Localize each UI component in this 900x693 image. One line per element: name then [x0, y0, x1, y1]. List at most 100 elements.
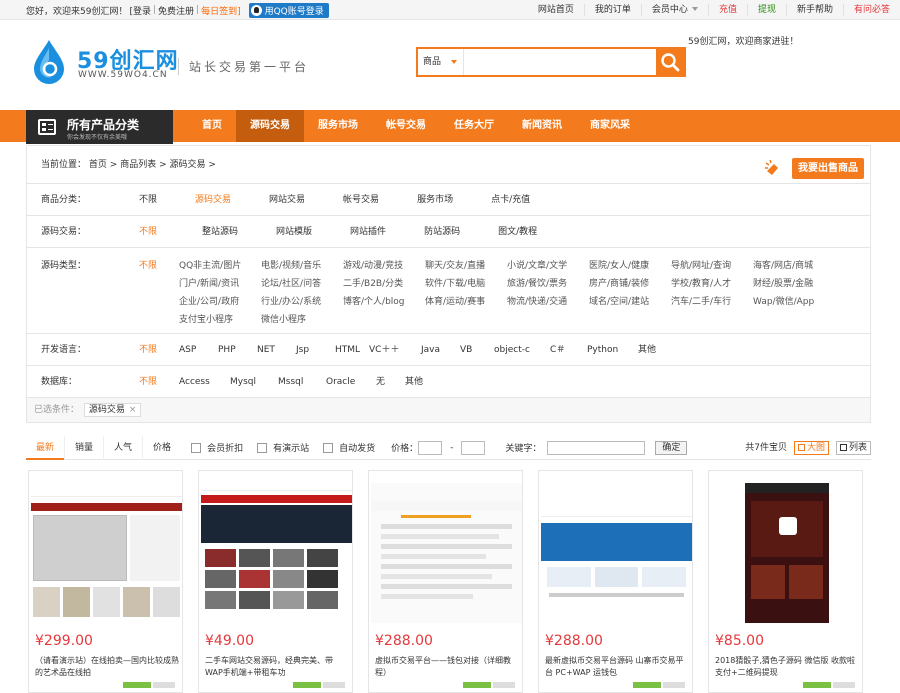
- filter-option[interactable]: 聊天/交友/直播: [425, 257, 507, 275]
- filter-option[interactable]: 体育/运动/赛事: [425, 293, 507, 311]
- filter-option[interactable]: Access: [179, 366, 230, 398]
- link-withdraw[interactable]: 提现: [746, 4, 786, 16]
- filter-option[interactable]: 防站源码: [424, 216, 460, 248]
- filter-option[interactable]: 图文/教程: [498, 216, 537, 248]
- nav-item-home[interactable]: 首页: [188, 110, 236, 142]
- filter-option[interactable]: Jsp: [296, 334, 335, 366]
- login-link[interactable]: [登录: [129, 4, 151, 17]
- breadcrumb-home[interactable]: 首页: [89, 160, 107, 170]
- filter-option[interactable]: 网站模版: [276, 216, 312, 248]
- product-title[interactable]: 2018猜骰子,猜色子源码 微信版 收款啦支付+二维码提现: [715, 655, 859, 679]
- filter-option[interactable]: Python: [587, 334, 638, 366]
- filter-option[interactable]: 服务市场: [417, 184, 453, 216]
- filter-option[interactable]: VB: [460, 334, 494, 366]
- filter-option[interactable]: 不限: [139, 216, 157, 248]
- filter-option[interactable]: 其他: [405, 366, 435, 398]
- filter-option[interactable]: 导航/网址/查询: [671, 257, 753, 275]
- link-qa[interactable]: 有问必答: [842, 4, 900, 16]
- filter-option[interactable]: 二手/B2B/分类: [343, 275, 425, 293]
- all-categories-button[interactable]: 所有产品分类 你会发现不仅有余美哦: [26, 110, 173, 144]
- filter-option[interactable]: 不限: [139, 366, 179, 398]
- filter-option[interactable]: 学校/教育/人才: [671, 275, 753, 293]
- filter-option[interactable]: NET: [257, 334, 296, 366]
- product-card[interactable]: ¥49.00 二手车网站交易源码，经典完美、带WAP手机端+带租车功: [198, 470, 353, 693]
- filter-auto-delivery[interactable]: 自动发货: [323, 441, 375, 454]
- nav-item-source-code[interactable]: 源码交易: [236, 110, 304, 142]
- filter-option[interactable]: 不限: [139, 334, 179, 366]
- filter-option[interactable]: 源码交易: [195, 184, 231, 216]
- sort-tab-price[interactable]: 价格: [142, 435, 181, 460]
- filter-option[interactable]: Java: [421, 334, 460, 366]
- price-min-input[interactable]: [418, 440, 443, 455]
- filter-option[interactable]: 域名/空间/建站: [589, 293, 671, 311]
- filter-option[interactable]: 论坛/社区/问答: [261, 275, 343, 293]
- product-card[interactable]: ¥288.00 最新虚拟币交易平台源码 山寨币交易平台 PC+WAP 运钱包: [538, 470, 693, 693]
- search-button[interactable]: [656, 49, 684, 75]
- filter-option[interactable]: 博客/个人/blog: [343, 293, 425, 311]
- filter-option[interactable]: 小说/文章/文学: [507, 257, 589, 275]
- product-thumbnail[interactable]: [711, 483, 862, 623]
- filter-option[interactable]: C＃: [550, 334, 587, 366]
- keyword-input[interactable]: [547, 440, 646, 455]
- product-thumbnail[interactable]: [541, 483, 692, 623]
- qq-login-button[interactable]: 用QQ账号登录: [248, 2, 329, 18]
- filter-member-discount[interactable]: 会员折扣: [191, 441, 243, 454]
- filter-option[interactable]: 支付宝小程序: [179, 311, 261, 329]
- nav-item-task-hall[interactable]: 任务大厅: [440, 110, 508, 142]
- sort-tab-sales[interactable]: 销量: [64, 435, 103, 460]
- view-list-button[interactable]: 列表: [835, 441, 871, 455]
- confirm-button[interactable]: 确定: [655, 440, 688, 455]
- product-title[interactable]: 虚拟币交易平台——钱包对接（详细教程）: [375, 655, 519, 679]
- checkbox[interactable]: [257, 442, 268, 453]
- search-type-select[interactable]: 商品: [418, 49, 464, 75]
- filter-option[interactable]: 软件/下载/电脑: [425, 275, 507, 293]
- product-card[interactable]: ¥288.00 虚拟币交易平台——钱包对接（详细教程）: [368, 470, 523, 693]
- nav-item-news[interactable]: 新闻资讯: [508, 110, 576, 142]
- filter-option[interactable]: Oracle: [326, 366, 376, 398]
- product-card[interactable]: ¥299.00 （请看演示站）在线拍卖—国内比较成熟的艺术品在线拍: [28, 470, 183, 693]
- filter-option[interactable]: 房产/商铺/装修: [589, 275, 671, 293]
- nav-item-account-trade[interactable]: 帐号交易: [372, 110, 440, 142]
- sort-tab-popularity[interactable]: 人气: [103, 435, 142, 460]
- filter-option[interactable]: HTML: [335, 334, 369, 366]
- product-title[interactable]: 最新虚拟币交易平台源码 山寨币交易平台 PC+WAP 运钱包: [545, 655, 689, 679]
- product-card[interactable]: ¥85.00 2018猜骰子,猜色子源码 微信版 收款啦支付+二维码提现: [708, 470, 863, 693]
- filter-option[interactable]: 电影/视频/音乐: [261, 257, 343, 275]
- sort-tab-newest[interactable]: 最新: [26, 436, 65, 460]
- filter-option[interactable]: Wap/微信/App: [753, 293, 835, 311]
- link-help[interactable]: 新手帮助: [785, 4, 843, 16]
- filter-option[interactable]: 点卡/充值: [491, 184, 530, 216]
- filter-option[interactable]: 其他: [638, 334, 672, 366]
- product-title[interactable]: （请看演示站）在线拍卖—国内比较成熟的艺术品在线拍: [35, 655, 179, 679]
- filter-option[interactable]: 门户/新闻/资讯: [179, 275, 261, 293]
- nav-item-service-market[interactable]: 服务市场: [304, 110, 372, 142]
- filter-option[interactable]: QQ非主流/图片: [179, 257, 261, 275]
- filter-option[interactable]: 医院/女人/健康: [589, 257, 671, 275]
- filter-option[interactable]: 不限: [139, 257, 179, 275]
- filter-option[interactable]: 行业/办公/系统: [261, 293, 343, 311]
- logo-drop-icon[interactable]: [30, 38, 68, 84]
- link-my-orders[interactable]: 我的订单: [583, 4, 641, 16]
- filter-option[interactable]: 帐号交易: [343, 184, 379, 216]
- checkbox[interactable]: [323, 442, 334, 453]
- filter-option[interactable]: 旅游/餐饮/票务: [507, 275, 589, 293]
- filter-option[interactable]: 不限: [139, 184, 157, 216]
- selected-tag[interactable]: 源码交易 ×: [83, 403, 142, 417]
- nav-item-merchants[interactable]: 商家风采: [576, 110, 644, 142]
- filter-has-demo[interactable]: 有演示站: [257, 441, 309, 454]
- filter-option[interactable]: ASP: [179, 334, 218, 366]
- daily-sign-link[interactable]: 每日签到]: [201, 4, 241, 17]
- checkbox[interactable]: [191, 442, 202, 453]
- filter-option[interactable]: 微信小程序: [261, 311, 343, 329]
- product-title[interactable]: 二手车网站交易源码，经典完美、带WAP手机端+带租车功: [205, 655, 349, 679]
- filter-option[interactable]: PHP: [218, 334, 257, 366]
- view-grid-button[interactable]: 大图: [793, 441, 829, 455]
- link-recharge[interactable]: 充值: [707, 4, 747, 16]
- filter-option[interactable]: Mysql: [230, 366, 278, 398]
- price-max-input[interactable]: [461, 440, 486, 455]
- filter-option[interactable]: 游戏/动漫/竞技: [343, 257, 425, 275]
- product-thumbnail[interactable]: [371, 483, 522, 623]
- link-member-center[interactable]: 会员中心: [640, 4, 708, 16]
- close-icon[interactable]: ×: [129, 405, 137, 415]
- register-link[interactable]: 免费注册: [158, 4, 194, 17]
